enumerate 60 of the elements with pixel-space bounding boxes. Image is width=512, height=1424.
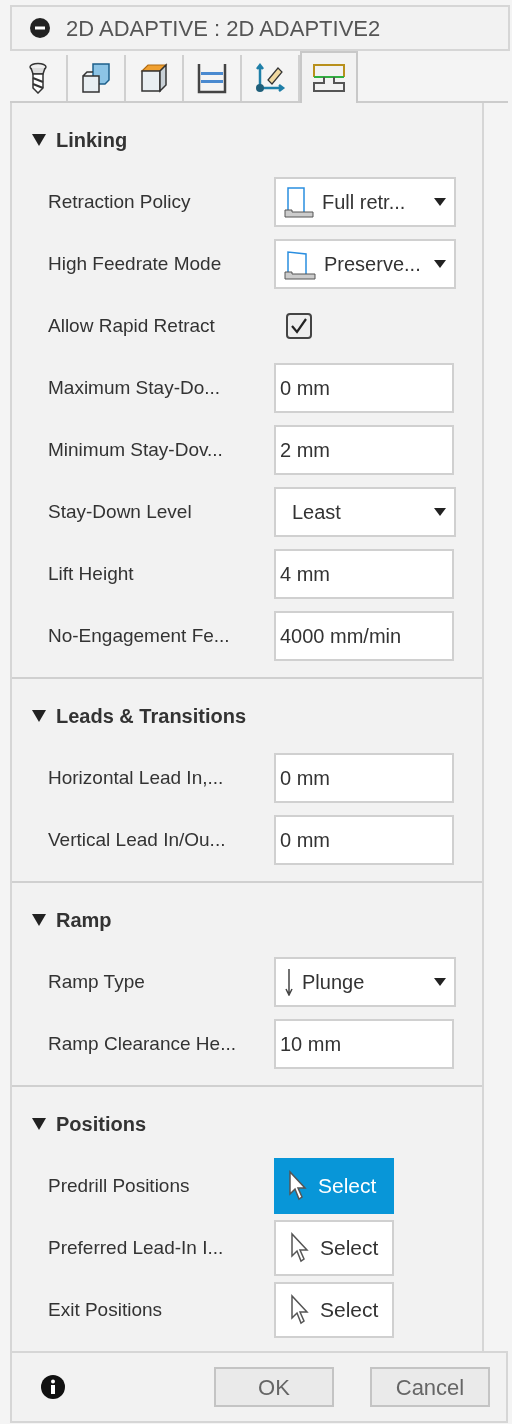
dropdown[interactable]: Preserve...	[274, 239, 456, 289]
window-title: 2D ADAPTIVE : 2D ADAPTIVE2	[66, 14, 381, 43]
dropdown[interactable]: Least	[274, 487, 456, 537]
retract-icon	[284, 248, 316, 280]
field-label: Stay-Down Level	[48, 499, 193, 524]
linking-icon	[312, 63, 346, 93]
collapse-icon[interactable]	[30, 18, 50, 38]
checkmark-icon	[290, 318, 308, 334]
field-label: Preferred Lead-In I...	[48, 1235, 225, 1260]
dropdown[interactable]: Full retr...	[274, 177, 456, 227]
stock-blocks-icon	[79, 62, 113, 94]
select-button[interactable]: Select	[274, 1282, 394, 1338]
field-label: Predrill Positions	[48, 1173, 191, 1198]
caret-icon	[434, 198, 446, 206]
field-label: Allow Rapid Retract	[48, 313, 216, 338]
field-label: Ramp Type	[48, 969, 146, 994]
section-title: Positions	[56, 1112, 146, 1137]
input-field[interactable]: 2 mm	[274, 425, 454, 475]
select-button[interactable]: Select	[274, 1220, 394, 1276]
input-field[interactable]: 0 mm	[274, 815, 454, 865]
caret-icon	[434, 978, 446, 986]
section-title: Linking	[56, 128, 128, 153]
checkbox[interactable]	[286, 313, 312, 339]
caret-icon	[434, 260, 446, 268]
dialog-button[interactable]: OK	[214, 1367, 334, 1407]
cursor-icon	[290, 1294, 310, 1326]
section-title: Ramp	[56, 908, 112, 933]
input-field[interactable]: 0 mm	[274, 753, 454, 803]
field-label: Maximum Stay-Do...	[48, 375, 222, 400]
field-label: High Feedrate Mode	[48, 251, 223, 276]
tool-icon	[27, 62, 49, 94]
axes-icon	[254, 62, 286, 94]
box-top-icon	[140, 63, 168, 93]
field-label: Retraction Policy	[48, 189, 192, 214]
field-label: Exit Positions	[48, 1297, 164, 1322]
cursor-icon	[288, 1170, 308, 1202]
section-title: Leads & Transitions	[56, 704, 247, 729]
collapse-triangle-icon[interactable]	[32, 1118, 46, 1130]
input-field[interactable]: 4 mm	[274, 549, 454, 599]
field-label: No-Engagement Fe...	[48, 623, 231, 648]
field-label: Horizontal Lead In,...	[48, 765, 225, 790]
down-arrow-icon	[284, 968, 294, 996]
caret-icon	[434, 508, 446, 516]
field-label: Lift Height	[48, 561, 135, 586]
dialog-button[interactable]: Cancel	[370, 1367, 490, 1407]
tab[interactable]	[300, 51, 358, 103]
field-label: Vertical Lead In/Ou...	[48, 827, 227, 852]
collapse-triangle-icon[interactable]	[32, 914, 46, 926]
field-label: Ramp Clearance He...	[48, 1031, 237, 1056]
input-field[interactable]: 10 mm	[274, 1019, 454, 1069]
collapse-triangle-icon[interactable]	[32, 134, 46, 146]
input-field[interactable]: 0 mm	[274, 363, 454, 413]
dropdown[interactable]: Plunge	[274, 957, 456, 1007]
input-field[interactable]: 4000 mm/min	[274, 611, 454, 661]
cursor-icon	[290, 1232, 310, 1264]
retract-icon	[284, 186, 314, 218]
collapse-triangle-icon[interactable]	[32, 710, 46, 722]
field-label: Minimum Stay-Dov...	[48, 437, 224, 462]
info-icon[interactable]	[40, 1374, 66, 1400]
passes-icon	[197, 62, 227, 94]
